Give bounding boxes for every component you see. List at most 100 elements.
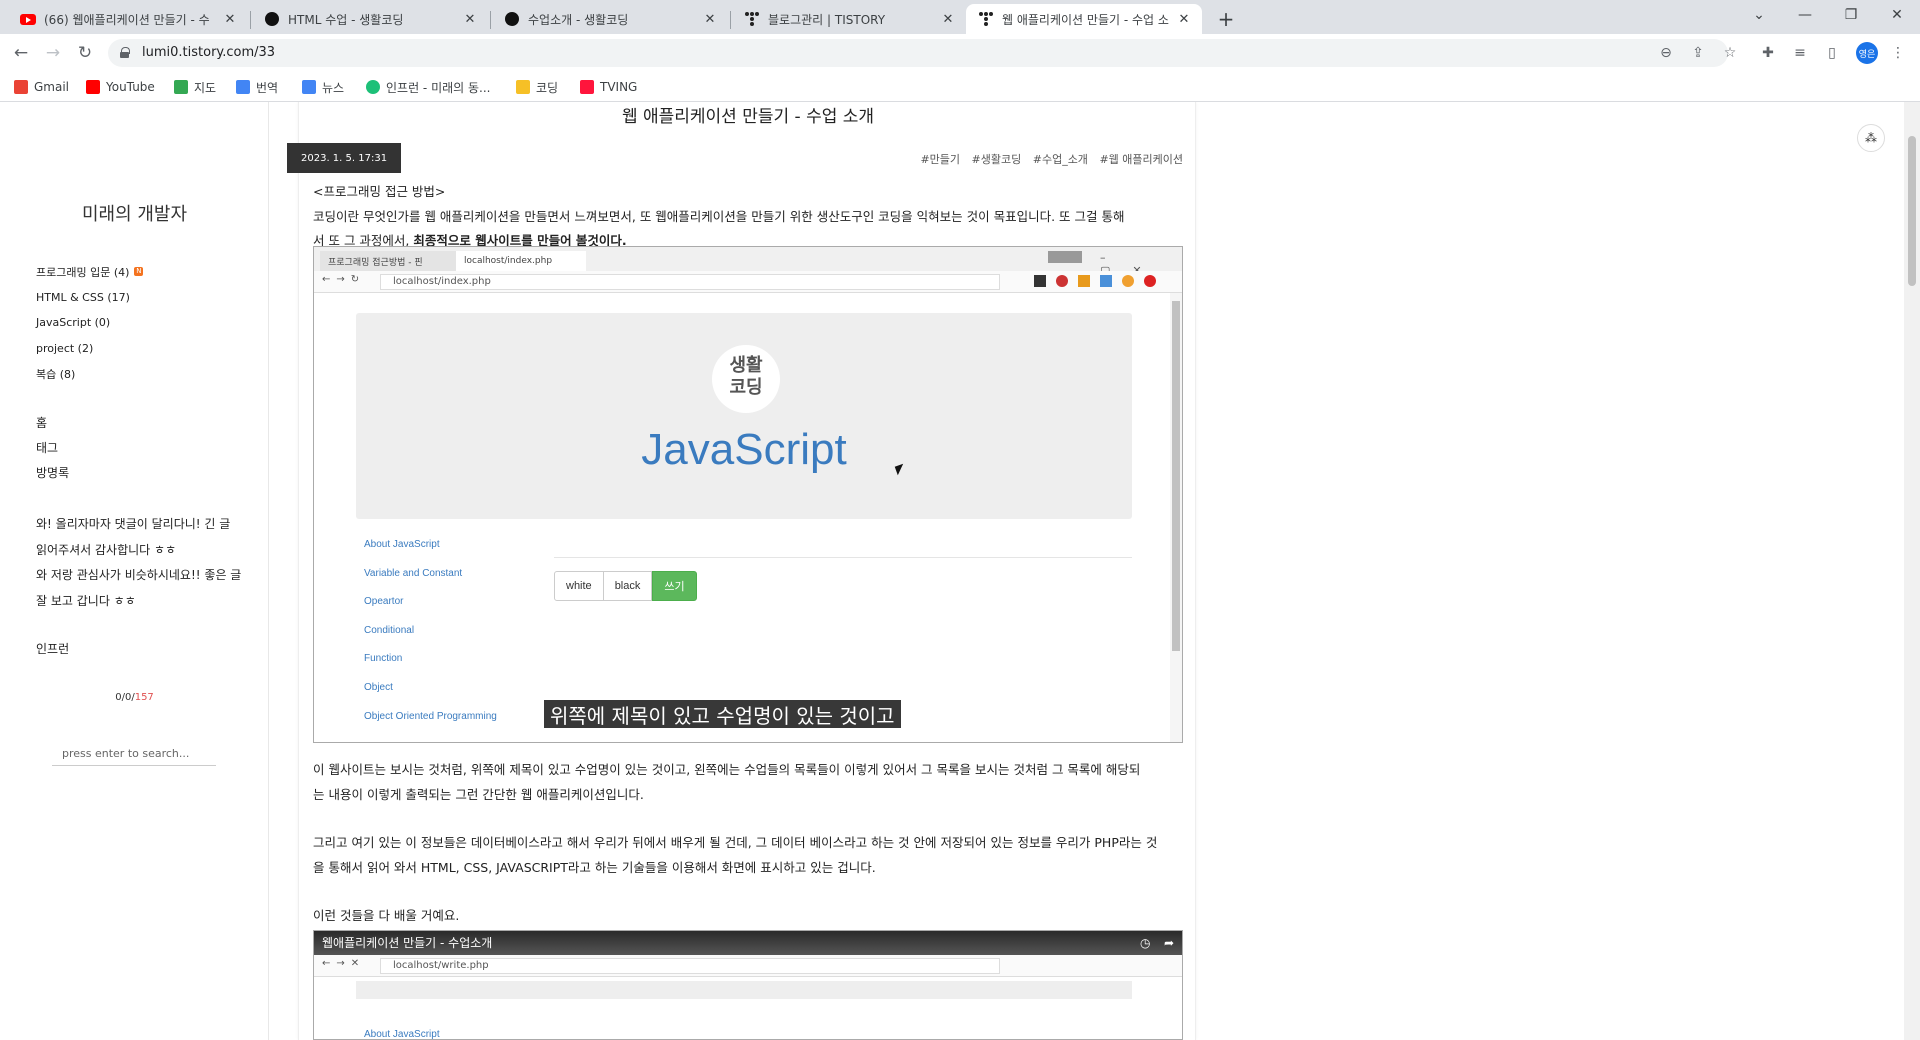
tab-strip: (66) 웹애플리케이션 만들기 - 수 ✕ HTML 수업 - 생활코딩 ✕ … (0, 0, 1920, 34)
lock-icon[interactable] (120, 47, 130, 58)
news-icon (302, 80, 316, 94)
video-url: localhost/write.php (380, 958, 1000, 974)
watch-later-icon[interactable]: ◷ (1140, 936, 1150, 950)
zoom-icon[interactable]: ⊖ (1656, 43, 1676, 63)
post-paragraph-3: 이런 것들을 다 배울 거예요. (313, 904, 1183, 929)
forward-button[interactable]: → (40, 40, 66, 66)
video-nav-item: Function (364, 653, 403, 665)
menu-tags[interactable]: 태그 (36, 435, 69, 460)
video-hero-title: JavaScript (641, 425, 847, 474)
bookmark-news[interactable]: 뉴스 (302, 78, 344, 96)
category-item[interactable]: 복습 (8) (36, 361, 143, 387)
close-icon[interactable]: ✕ (702, 11, 718, 27)
new-tab-button[interactable]: + (1214, 7, 1238, 31)
browser-tab-3[interactable]: 수업소개 - 생활코딩 ✕ (492, 4, 728, 34)
profile-avatar[interactable]: 영은 (1856, 42, 1878, 64)
bookmark-gmail[interactable]: Gmail (14, 78, 69, 96)
video-extension-icons (1034, 275, 1174, 289)
comment-line[interactable]: 잘 보고 갑니다 ㅎㅎ (36, 589, 246, 615)
minimize-button[interactable]: — (1782, 0, 1828, 30)
blog-title[interactable]: 미래의 개발자 (0, 200, 269, 226)
media-control-icon[interactable]: ≡ (1790, 43, 1810, 63)
window-close-button[interactable]: ✕ (1874, 0, 1920, 30)
post-paragraph-1: 이 웹사이트는 보시는 것처럼, 위쪽에 제목이 있고 수업명이 있는 것이고,… (313, 758, 1183, 807)
browser-tab-1[interactable]: (66) 웹애플리케이션 만들기 - 수 ✕ (8, 4, 248, 34)
paragraph-line: 코딩이란 무엇인가를 웹 애플리케이션을 만들면서 느껴보면서, 또 웹애플리케… (313, 208, 1125, 224)
tab-search-chevron-icon[interactable]: ⌄ (1736, 0, 1782, 30)
video-watermark (1048, 251, 1082, 263)
search-input[interactable] (52, 742, 216, 764)
recent-comments: 와! 올리자마자 댓글이 달리다니! 긴 글 읽어주셔서 감사합니다 ㅎㅎ 와 … (36, 512, 246, 614)
bookmark-folder-coding[interactable]: 코딩 (516, 78, 558, 96)
video-nav-item: Opeartor (364, 596, 404, 608)
back-button[interactable]: ← (8, 40, 34, 66)
side-panel-icon[interactable]: ▯ (1822, 43, 1842, 63)
category-item[interactable]: project (2) (36, 336, 143, 362)
bookmark-translate[interactable]: 번역 (236, 78, 278, 96)
translate-icon (236, 80, 250, 94)
video-nav-item: About JavaScript (364, 539, 440, 550)
restore-button[interactable]: ❐ (1828, 0, 1874, 30)
close-icon[interactable]: ✕ (462, 11, 478, 27)
paragraph-line: 을 통해서 읽어 와서 HTML, CSS, JAVASCRIPT라고 하는 기… (313, 859, 876, 875)
video-subtitle: 위쪽에 제목이 있고 수업명이 있는 것이고 (544, 700, 901, 728)
video-nav-icons: ←→✕ (322, 958, 366, 969)
video-nav-item: About JavaScript (364, 1029, 440, 1040)
post-intro: <프로그래밍 접근 방법> 코딩이란 무엇인가를 웹 애플리케이션을 만들면서 … (313, 180, 1183, 254)
category-item[interactable]: HTML & CSS (17) (36, 285, 143, 311)
close-icon[interactable]: ✕ (1176, 11, 1192, 27)
opentutorials-icon (504, 11, 520, 27)
post-article: 웹 애플리케이션 만들기 - 수업 소개 2023. 1. 5. 17:31 #… (287, 102, 1196, 1040)
share-icon[interactable]: ➦ (1164, 936, 1174, 950)
tag-link[interactable]: #웹 애플리케이션 (1099, 153, 1183, 166)
comment-line[interactable]: 와! 올리자마자 댓글이 달리다니! 긴 글 (36, 512, 246, 538)
scrollbar-thumb[interactable] (1908, 136, 1916, 286)
video-nav-icons: ←→↻ (322, 274, 366, 285)
category-list: 프로그래밍 입문 (4) N HTML & CSS (17) JavaScript… (36, 259, 144, 387)
menu-guestbook[interactable]: 방명록 (36, 460, 69, 485)
youtube-icon (20, 11, 36, 27)
bookmark-maps[interactable]: 지도 (174, 78, 216, 96)
page-scrollbar[interactable] (1904, 102, 1920, 1040)
extensions-icon[interactable]: ✚ (1758, 43, 1778, 63)
blog-menu: 홈 태그 방명록 (36, 410, 69, 485)
video-tab: 프로그래밍 접근방법 - 핀 (320, 251, 456, 271)
video-nav-item: Conditional (364, 624, 415, 636)
menu-kebab-icon[interactable]: ⋮ (1888, 43, 1908, 63)
category-item[interactable]: JavaScript (0) (36, 310, 143, 336)
lecture-video-2[interactable]: 웹애플리케이션 만들기 - 수업소개 ◷ ➦ ←→✕ localhost/wri… (313, 930, 1183, 1040)
lecture-video[interactable]: 프로그래밍 접근방법 - 핀 localhost/index.php –▢✕ ←… (313, 246, 1183, 743)
bookmarks-bar: Gmail YouTube 지도 번역 뉴스 인프런 - 미래의 동... 코딩… (0, 72, 1920, 102)
reload-button[interactable]: ↻ (72, 40, 98, 66)
post-date: 2023. 1. 5. 17:31 (287, 143, 402, 173)
comment-line[interactable]: 와 저랑 관심사가 비슷하시네요!! 좋은 글 (36, 563, 246, 589)
tab-title: 수업소개 - 생활코딩 (528, 12, 629, 27)
tag-link[interactable]: #수업_소개 (1033, 153, 1088, 166)
menu-home[interactable]: 홈 (36, 410, 69, 435)
video-title[interactable]: 웹애플리케이션 만들기 - 수업소개 (314, 931, 1182, 955)
bookmark-inflearn[interactable]: 인프런 - 미래의 동... (366, 78, 491, 96)
category-item[interactable]: 프로그래밍 입문 (4) N (36, 259, 144, 285)
comment-line[interactable]: 읽어주셔서 감사합니다 ㅎㅎ (36, 538, 246, 564)
bookmark-youtube[interactable]: YouTube (86, 78, 155, 96)
browser-tab-4[interactable]: 블로그관리 | TISTORY ✕ (732, 4, 966, 34)
maps-icon (174, 80, 188, 94)
url-text[interactable]: lumi0.tistory.com/33 (142, 45, 275, 60)
tistory-icon (744, 11, 760, 27)
close-icon[interactable]: ✕ (940, 11, 956, 27)
browser-tab-2[interactable]: HTML 수업 - 생활코딩 ✕ (252, 4, 488, 34)
video-nav-item: Object (364, 681, 393, 693)
bookmark-star-icon[interactable]: ☆ (1720, 43, 1740, 63)
browser-tab-5-active[interactable]: 웹 애플리케이션 만들기 - 수업 소 ✕ (966, 4, 1202, 34)
opentutorials-icon (264, 11, 280, 27)
tag-link[interactable]: #생활코딩 (972, 153, 1022, 166)
close-icon[interactable]: ✕ (222, 11, 238, 27)
bookmark-tving[interactable]: TVING (580, 78, 637, 96)
tag-link[interactable]: #만들기 (920, 153, 960, 166)
inflearn-link[interactable]: 인프런 (36, 640, 69, 657)
paragraph-line: 이런 것들을 다 배울 거예요. (313, 908, 460, 923)
youtube-icon (86, 80, 100, 94)
tistory-menu-icon[interactable]: ⁂ (1857, 124, 1885, 152)
address-bar[interactable]: lumi0.tistory.com/33 ⊖ ⇪ ☆ (108, 39, 1736, 67)
share-icon[interactable]: ⇪ (1688, 43, 1708, 63)
